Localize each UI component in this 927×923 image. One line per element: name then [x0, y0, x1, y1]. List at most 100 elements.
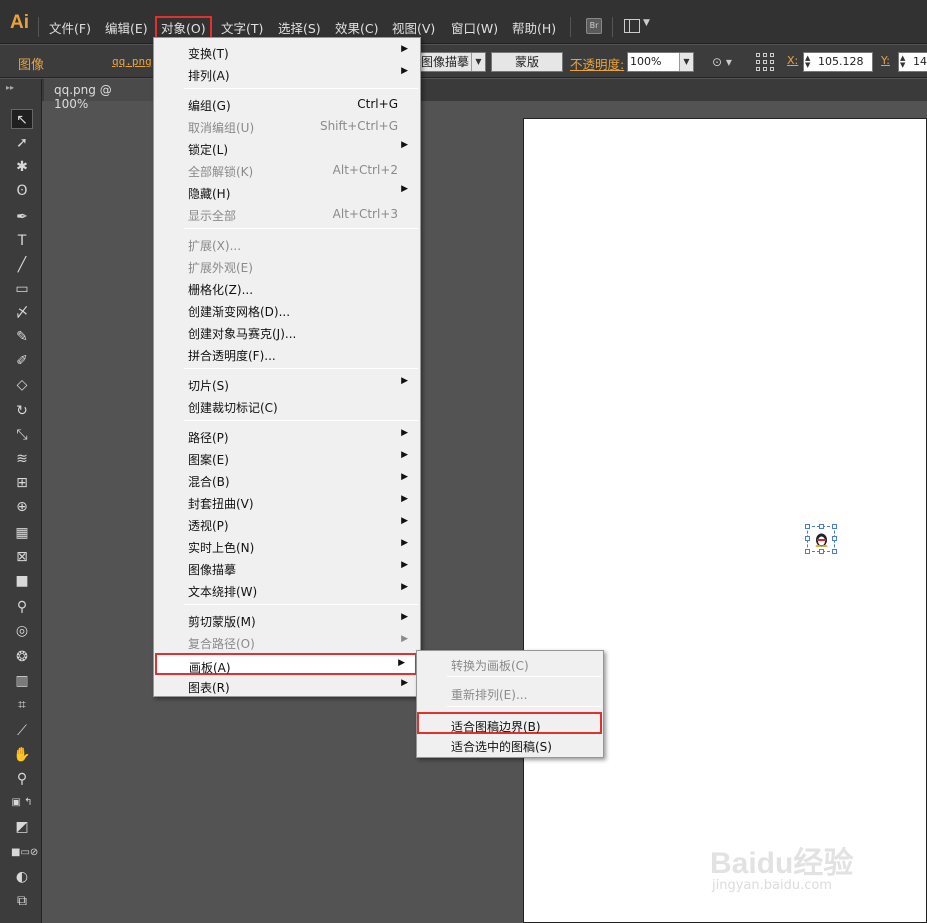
stepper-icon[interactable]: ▲ ▼ [900, 55, 905, 69]
rotate-tool-icon[interactable]: ↻ [11, 401, 33, 421]
object-menu-item[interactable]: 创建对象马赛克(J)... [156, 321, 418, 343]
mesh-tool-icon[interactable]: ⊠ [11, 547, 33, 567]
opacity-field[interactable]: 100% ▼ [627, 52, 694, 72]
hand-tool-icon[interactable]: ✋ [11, 745, 33, 765]
artboard-submenu-item[interactable]: 重新排列(E)... [419, 682, 601, 704]
width-tool-icon[interactable]: ≋ [11, 449, 33, 469]
x-field[interactable]: ▲ ▼ 105.128 [803, 52, 873, 72]
lasso-tool-icon[interactable]: ʘ [11, 181, 33, 201]
bridge-button[interactable]: Br [586, 18, 602, 34]
eyedropper-tool-icon[interactable]: ⚲ [11, 597, 33, 617]
menu-file[interactable]: 文件(F) [49, 18, 91, 37]
selection-tool-icon[interactable]: ↖ [11, 109, 33, 129]
menu-item-label: 编组(G) [188, 99, 231, 113]
pen-tool-icon[interactable]: ✒ [11, 207, 33, 227]
menu-view[interactable]: 视图(V) [392, 18, 435, 37]
symbol-sprayer-tool-icon[interactable]: ❂ [11, 647, 33, 667]
object-menu-item[interactable]: 透视(P) ▶ [156, 513, 418, 535]
direct-selection-tool-icon[interactable]: ➚ [11, 133, 33, 153]
drawing-mode-icon[interactable]: ◐ [11, 867, 33, 887]
object-menu-item[interactable]: 锁定(L) ▶ [156, 137, 418, 159]
artboard-submenu-item[interactable]: 适合图稿边界(B) [417, 712, 602, 734]
menu-type[interactable]: 文字(T) [221, 18, 263, 37]
arrange-documents-button[interactable]: ▼ [624, 18, 652, 34]
opacity-label[interactable]: 不透明度: [570, 54, 624, 73]
gradient-tool-icon[interactable]: ■ [11, 571, 33, 591]
menu-effect[interactable]: 效果(C) [335, 18, 378, 37]
object-menu-item[interactable]: 变换(T) ▶ [156, 41, 418, 63]
submenu-arrow-icon: ▶ [401, 582, 408, 592]
submenu-arrow-icon: ▶ [401, 428, 408, 438]
object-menu-item[interactable]: 扩展外观(E) [156, 255, 418, 277]
object-menu-item[interactable]: 画板(A) ▶ [155, 653, 417, 675]
object-menu-item[interactable]: 封套扭曲(V) ▶ [156, 491, 418, 513]
fill-stroke-icon[interactable]: ◩ [11, 817, 33, 837]
artboard-submenu-item[interactable]: 适合选中的图稿(S) [419, 734, 601, 756]
submenu-arrow-icon: ▶ [401, 560, 408, 570]
object-menu-item[interactable]: 剪切蒙版(M) ▶ [156, 609, 418, 631]
slice-tool-icon[interactable]: ⟋ [11, 721, 33, 741]
object-menu-item[interactable]: 拼合透明度(F)... [156, 343, 418, 365]
paintbrush-tool-icon[interactable]: 〆 [11, 303, 33, 323]
chevron-down-icon[interactable]: ▼ [471, 53, 485, 71]
menu-edit[interactable]: 编辑(E) [105, 18, 148, 37]
blend-tool-icon[interactable]: ◎ [11, 621, 33, 641]
object-menu-item[interactable]: 排列(A) ▶ [156, 63, 418, 85]
object-menu-item[interactable]: 栅格化(Z)... [156, 277, 418, 299]
mask-button[interactable]: 蒙版 [491, 52, 563, 72]
object-menu-item[interactable]: 编组(G) Ctrl+G [156, 93, 418, 115]
object-menu-item[interactable]: 全部解锁(K) Alt+Ctrl+2 [156, 159, 418, 181]
artboard-submenu-item[interactable]: 转换为画板(C) [419, 653, 601, 675]
object-menu-item[interactable]: 创建渐变网格(D)... [156, 299, 418, 321]
object-menu-item[interactable]: 混合(B) ▶ [156, 469, 418, 491]
stepper-icon[interactable]: ▲ ▼ [805, 55, 810, 69]
object-menu-item[interactable]: 图案(E) ▶ [156, 447, 418, 469]
document-tab[interactable]: qq.png @ 100% [44, 79, 154, 111]
screen-mode-icon[interactable]: ⧉ [11, 891, 33, 911]
reference-point-icon[interactable] [756, 53, 776, 71]
zoom-tool-icon[interactable]: ⚲ [11, 769, 33, 789]
object-menu-item[interactable]: 隐藏(H) ▶ [156, 181, 418, 203]
perspective-grid-tool-icon[interactable]: ▦ [11, 523, 33, 543]
object-menu-item[interactable]: 取消编组(U) Shift+Ctrl+G [156, 115, 418, 137]
object-menu-item[interactable]: 切片(S) ▶ [156, 373, 418, 395]
swap-fill-stroke-icon[interactable]: ▣ ↰ [11, 793, 33, 813]
eraser-tool-icon[interactable]: ◇ [11, 375, 33, 395]
artboard[interactable] [523, 118, 927, 923]
type-tool-icon[interactable]: T [11, 231, 33, 251]
object-menu-item[interactable]: 创建裁切标记(C) [156, 395, 418, 417]
linked-file-link[interactable]: qq.png [112, 55, 152, 68]
menu-help[interactable]: 帮助(H) [512, 18, 556, 37]
color-mode-icons[interactable]: ■▭⊘ [11, 843, 38, 863]
artboard-tool-icon[interactable]: ⌗ [11, 695, 33, 715]
object-menu-item[interactable]: 扩展(X)... [156, 233, 418, 255]
recolor-target-icon[interactable]: ⊙ ▾ [712, 55, 738, 71]
object-menu-item[interactable]: 图像描摹 ▶ [156, 557, 418, 579]
object-menu-item[interactable]: 图表(R) ▶ [156, 675, 418, 697]
column-graph-tool-icon[interactable]: ▥ [11, 671, 33, 691]
object-menu-item[interactable]: 显示全部 Alt+Ctrl+3 [156, 203, 418, 225]
panel-collapse-icon[interactable]: ▸▸ [6, 83, 14, 92]
scale-tool-icon[interactable]: ⤡ [11, 425, 33, 445]
object-menu-item[interactable]: 复合路径(O) ▶ [156, 631, 418, 653]
blob-brush-tool-icon[interactable]: ✐ [11, 351, 33, 371]
menu-separator [184, 420, 418, 421]
menu-item-label: 混合(B) [188, 475, 230, 489]
object-menu-item[interactable]: 路径(P) ▶ [156, 425, 418, 447]
rectangle-tool-icon[interactable]: ▭ [11, 279, 33, 299]
object-menu-item[interactable]: 文本绕排(W) ▶ [156, 579, 418, 601]
pencil-tool-icon[interactable]: ✎ [11, 327, 33, 347]
shape-builder-tool-icon[interactable]: ⊕ [11, 497, 33, 517]
selected-image-object[interactable] [805, 524, 837, 554]
image-trace-button[interactable]: 图像描摹 ▼ [418, 52, 486, 72]
y-field[interactable]: ▲ ▼ 14 [898, 52, 927, 72]
menu-select[interactable]: 选择(S) [278, 18, 321, 37]
line-tool-icon[interactable]: ╱ [11, 255, 33, 275]
magic-wand-tool-icon[interactable]: ✱ [11, 157, 33, 177]
chevron-down-icon[interactable]: ▼ [679, 53, 693, 71]
menu-separator [570, 17, 571, 37]
menu-window[interactable]: 窗口(W) [451, 18, 498, 37]
object-menu-item[interactable]: 实时上色(N) ▶ [156, 535, 418, 557]
free-transform-tool-icon[interactable]: ⊞ [11, 473, 33, 493]
menu-object[interactable]: 对象(O) [155, 16, 212, 39]
